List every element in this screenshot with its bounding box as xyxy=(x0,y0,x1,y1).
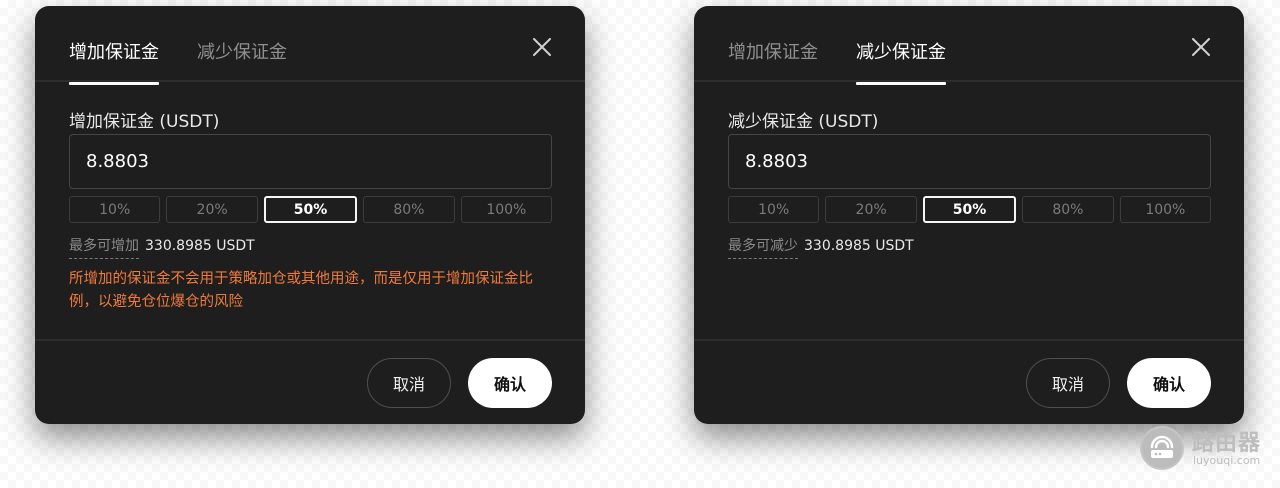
tab-add-margin[interactable]: 增加保证金 xyxy=(69,38,159,85)
reduce-margin-modal: 增加保证金 减少保证金 减少保证金 (USDT) 10% 20% 50% 80%… xyxy=(694,6,1244,424)
pct-10-button[interactable]: 10% xyxy=(69,196,161,223)
cancel-button[interactable]: 取消 xyxy=(367,358,451,408)
pct-80-button[interactable]: 80% xyxy=(363,196,455,223)
tab-add-margin[interactable]: 增加保证金 xyxy=(728,38,818,64)
margin-tabs: 增加保证金 减少保证金 xyxy=(35,6,585,85)
pct-50-button[interactable]: 50% xyxy=(922,196,1017,223)
tab-reduce-margin[interactable]: 减少保证金 xyxy=(856,38,946,85)
add-margin-modal: 增加保证金 减少保证金 增加保证金 (USDT) 10% 20% 50% 80%… xyxy=(35,6,585,424)
pct-50-button[interactable]: 50% xyxy=(263,196,358,223)
margin-tabs: 增加保证金 减少保证金 xyxy=(694,6,1244,85)
tab-reduce-margin[interactable]: 减少保证金 xyxy=(197,38,287,64)
pct-10-button[interactable]: 10% xyxy=(728,196,820,223)
warning-text: 所增加的保证金不会用于策略加仓或其他用途，而是仅用于增加保证金比例，以避免仓位爆… xyxy=(69,271,533,310)
cancel-button[interactable]: 取消 xyxy=(1026,358,1110,408)
footer-divider xyxy=(694,339,1244,341)
max-amount-value: 330.8985 USDT xyxy=(145,238,255,254)
close-icon xyxy=(533,38,551,56)
max-amount-value: 330.8985 USDT xyxy=(804,238,914,254)
max-amount-row: 最多可减少 330.8985 USDT xyxy=(728,235,914,259)
confirm-button[interactable]: 确认 xyxy=(468,358,552,408)
amount-input[interactable] xyxy=(728,134,1211,189)
watermark-subtitle: luyouqi.com xyxy=(1193,454,1261,467)
close-button[interactable] xyxy=(1192,38,1210,56)
amount-label: 减少保证金 (USDT) xyxy=(728,112,879,132)
close-button[interactable] xyxy=(533,38,551,56)
percentage-options: 10% 20% 50% 80% 100% xyxy=(69,196,553,223)
watermark-title: 路由器 xyxy=(1192,431,1262,456)
pct-80-button[interactable]: 80% xyxy=(1022,196,1114,223)
footer-divider xyxy=(35,339,585,341)
max-amount-label[interactable]: 最多可增加 xyxy=(69,238,139,259)
watermark: 路由器 luyouqi.com xyxy=(1140,424,1270,472)
close-icon xyxy=(1192,38,1210,56)
amount-input[interactable] xyxy=(69,134,552,189)
confirm-button[interactable]: 确认 xyxy=(1127,358,1211,408)
pct-100-button[interactable]: 100% xyxy=(1119,196,1212,223)
max-amount-label[interactable]: 最多可减少 xyxy=(728,238,798,259)
percentage-options: 10% 20% 50% 80% 100% xyxy=(728,196,1212,223)
pct-100-button[interactable]: 100% xyxy=(460,196,553,223)
max-amount-row: 最多可增加 330.8985 USDT xyxy=(69,235,255,259)
amount-label: 增加保证金 (USDT) xyxy=(69,112,220,132)
pct-20-button[interactable]: 20% xyxy=(825,196,917,223)
router-logo-icon xyxy=(1140,426,1184,470)
pct-20-button[interactable]: 20% xyxy=(166,196,258,223)
